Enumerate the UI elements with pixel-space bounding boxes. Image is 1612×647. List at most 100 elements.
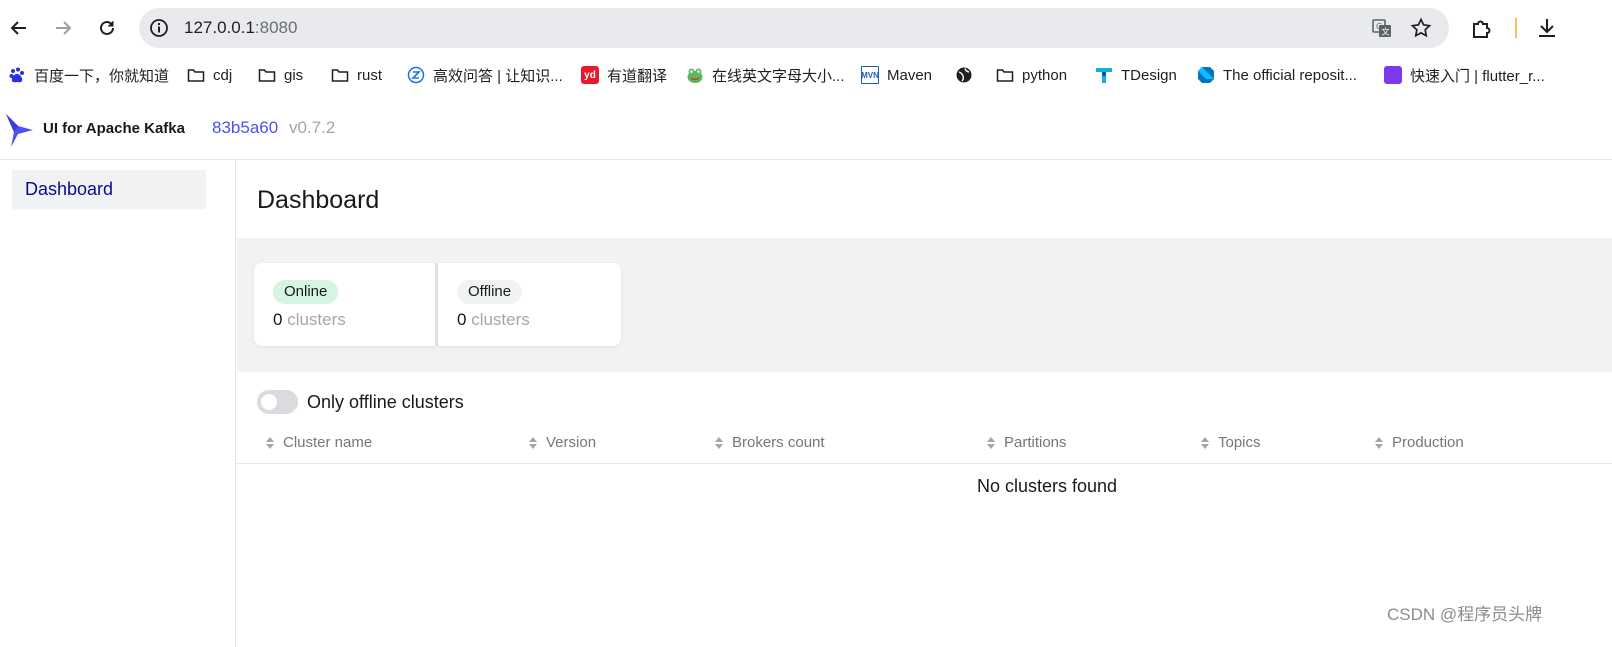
frog-icon [686,66,704,84]
bookmark-case-converter[interactable]: 在线英文字母大小... [686,64,845,86]
bookmark-flutter[interactable]: 快速入门 | flutter_r... [1384,64,1545,86]
column-label: Cluster name [283,434,373,451]
page-title: Dashboard [257,186,380,214]
kafka-ui-logo-icon[interactable] [5,112,35,148]
folder-icon [258,66,276,84]
column-label: Partitions [1004,434,1067,451]
address-bar[interactable]: 127.0.0.1:8080 G文 [139,8,1449,48]
svg-text:文: 文 [1382,27,1390,37]
url-host: 127.0.0.1 [184,18,255,37]
bookmark-star-icon[interactable] [1410,17,1432,39]
bookmark-globe[interactable] [955,64,981,86]
offline-clusters-count: 0 clusters [457,310,530,330]
browser-toolbar: 127.0.0.1:8080 G文 [0,0,1612,56]
offline-clusters-toggle[interactable] [257,390,298,414]
online-stat-card: Online 0 clusters [254,263,435,346]
sort-icon [1201,436,1209,449]
column-header-topics[interactable]: Topics [1200,434,1261,451]
offline-clusters-toggle-label: Only offline clusters [307,392,464,412]
app-version: v0.7.2 [289,118,336,137]
youdao-icon: yd [581,66,599,84]
arrow-left-icon [10,21,26,35]
baidu-icon [8,66,26,84]
bookmark-label: python [1022,66,1068,84]
clusters-table-header: Cluster name Version Brokers count Parti… [237,432,1612,464]
bookmark-label: Maven [887,66,933,84]
column-label: Topics [1218,434,1261,451]
bookmark-python[interactable]: python [996,64,1067,86]
column-header-version[interactable]: Version [528,434,596,451]
online-badge: Online [273,280,339,304]
csdn-watermark: CSDN @程序员头牌 [1387,605,1543,624]
column-header-cluster-name[interactable]: Cluster name [265,434,372,451]
sort-icon [529,436,537,449]
zhihu-icon [407,66,425,84]
extensions-icon[interactable] [1470,16,1494,40]
empty-table-message: No clusters found [977,476,1118,496]
purple-square-icon [1384,66,1402,84]
bookmark-zhihu[interactable]: 高效问答 | 让知识... [407,64,563,86]
bookmark-label: 在线英文字母大小... [712,67,845,85]
bookmark-label: rust [357,66,383,84]
back-button[interactable] [3,12,35,44]
column-header-partitions[interactable]: Partitions [986,434,1067,451]
bookmark-youdao[interactable]: yd 有道翻译 [581,64,667,86]
bookmark-label: 有道翻译 [607,67,668,85]
reload-icon [100,20,114,35]
bookmark-cdj[interactable]: cdj [187,64,232,86]
online-count-unit: clusters [287,310,346,329]
app-brand[interactable]: UI for Apache Kafka [43,120,185,137]
bookmark-label: cdj [213,66,233,84]
tdesign-icon [1095,66,1113,84]
folder-icon [187,66,205,84]
sort-icon [1375,436,1383,449]
sort-icon [715,436,723,449]
offline-count-unit: clusters [471,310,530,329]
column-label: Brokers count [732,434,825,451]
column-header-production[interactable]: Production [1374,434,1464,451]
sort-icon [987,436,995,449]
column-label: Version [546,434,597,451]
online-count-value: 0 [273,310,283,329]
dart-icon [1197,66,1215,84]
online-clusters-count: 0 clusters [273,310,346,330]
column-header-brokers-count[interactable]: Brokers count [714,434,825,451]
offline-badge: Offline [457,280,523,304]
bookmark-maven[interactable]: MVN Maven [861,64,932,86]
bookmark-gis[interactable]: gis [258,64,303,86]
bookmark-label: gis [284,66,304,84]
sort-icon [266,436,274,449]
offline-count-value: 0 [457,310,467,329]
url-text: 127.0.0.1:8080 [184,18,297,38]
bookmark-label: 百度一下，你就知道 [34,67,170,85]
translate-icon[interactable]: G文 [1371,17,1393,39]
bookmark-tdesign[interactable]: TDesign [1095,64,1177,86]
toolbar-separator [1515,18,1517,38]
arrow-right-icon [56,21,72,35]
bookmark-rust[interactable]: rust [331,64,382,86]
forward-button[interactable] [47,12,79,44]
bookmark-dart-repo[interactable]: The official reposit... [1197,64,1357,86]
bookmark-label: 快速入门 | flutter_r... [1410,67,1545,85]
bookmarks-bar: 百度一下，你就知道 cdj gis rust 高效问答 | 让知识... yd … [0,56,1612,94]
sidebar: Dashboard [0,160,236,647]
toggle-knob [261,394,277,410]
bookmark-label: The official reposit... [1223,66,1357,84]
globe-icon [955,66,973,84]
maven-icon: MVN [861,66,879,84]
column-label: Production [1392,434,1464,451]
url-port: :8080 [254,18,298,37]
folder-icon [331,66,349,84]
bookmark-label: 高效问答 | 让知识... [433,67,563,85]
sidebar-item-dashboard[interactable]: Dashboard [12,170,206,209]
site-info-icon[interactable] [149,18,169,38]
offline-stat-card: Offline 0 clusters [438,263,621,346]
stats-band: Online 0 clusters Offline 0 clusters [237,238,1612,372]
bookmark-baidu[interactable]: 百度一下，你就知道 [8,64,169,86]
reload-button[interactable] [91,12,123,44]
git-commit-link[interactable]: 83b5a60 [212,118,278,138]
folder-icon [996,66,1014,84]
app-header: UI for Apache Kafka 83b5a60 v0.7.2 [0,94,1612,160]
main-content: Dashboard Online 0 clusters Offline 0 cl… [237,160,1612,647]
download-icon[interactable] [1535,16,1559,40]
